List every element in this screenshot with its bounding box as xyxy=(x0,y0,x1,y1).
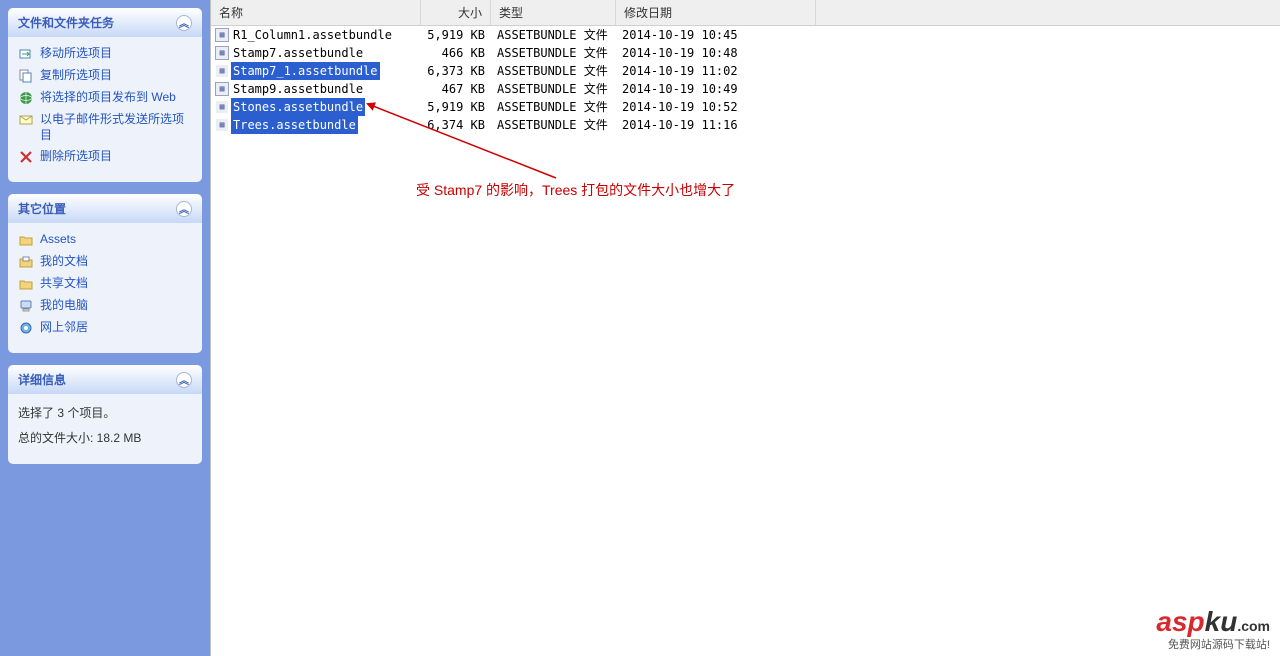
place-network[interactable]: 网上邻居 xyxy=(18,317,192,339)
file-row[interactable]: ▦Stamp9.assetbundle 467 KBASSETBUNDLE 文件2… xyxy=(211,80,1280,98)
place-label: Assets xyxy=(40,232,76,248)
tasks-title: 文件和文件夹任务 xyxy=(18,14,114,31)
places-body: Assets 我的文档 共享文档 我的电脑 网上邻居 xyxy=(8,223,202,345)
task-publish[interactable]: 将选择的项目发布到 Web xyxy=(18,87,192,109)
delete-icon xyxy=(18,149,34,165)
col-size-header[interactable]: 大小 xyxy=(421,0,491,25)
col-type-header[interactable]: 类型 xyxy=(491,0,616,25)
network-icon xyxy=(18,320,34,336)
file-name: Trees.assetbundle xyxy=(231,116,358,134)
file-type: ASSETBUNDLE 文件 xyxy=(491,44,616,62)
file-name: Stones.assetbundle xyxy=(231,98,365,116)
file-row[interactable]: ▦Stamp7_1.assetbundle 6,373 KBASSETBUNDLE… xyxy=(211,62,1280,80)
sidebar: 文件和文件夹任务 ︽ 移动所选项目 复制所选项目 将选择的项目发布到 Web 以… xyxy=(0,0,210,656)
task-label: 以电子邮件形式发送所选项目 xyxy=(40,112,192,143)
file-type: ASSETBUNDLE 文件 xyxy=(491,116,616,134)
watermark-tld: .com xyxy=(1237,618,1270,634)
chevron-up-icon[interactable]: ︽ xyxy=(176,201,192,217)
place-assets[interactable]: Assets xyxy=(18,229,192,251)
col-name-header[interactable]: 名称 xyxy=(211,0,421,25)
details-total-size: 总的文件大小: 18.2 MB xyxy=(18,425,192,450)
file-row[interactable]: ▦Trees.assetbundle 6,374 KBASSETBUNDLE 文件… xyxy=(211,116,1280,134)
details-panel: 详细信息 ︽ 选择了 3 个项目。 总的文件大小: 18.2 MB xyxy=(8,365,202,464)
file-type: ASSETBUNDLE 文件 xyxy=(491,98,616,116)
computer-icon xyxy=(18,298,34,314)
file-size: 6,373 KB xyxy=(421,62,491,80)
details-header[interactable]: 详细信息 ︽ xyxy=(8,365,202,394)
file-size: 5,919 KB xyxy=(421,26,491,44)
assetbundle-file-icon: ▦ xyxy=(215,100,229,114)
publish-icon xyxy=(18,90,34,106)
file-date: 2014-10-19 11:16 xyxy=(616,116,816,134)
place-label: 我的电脑 xyxy=(40,298,88,314)
file-name: R1_Column1.assetbundle xyxy=(231,26,394,44)
task-label: 移动所选项目 xyxy=(40,46,112,62)
watermark-asp: asp xyxy=(1156,606,1204,637)
file-date: 2014-10-19 11:02 xyxy=(616,62,816,80)
folder-icon xyxy=(18,232,34,248)
shared-icon xyxy=(18,276,34,292)
file-row[interactable]: ▦Stones.assetbundle 5,919 KBASSETBUNDLE 文… xyxy=(211,98,1280,116)
place-label: 我的文档 xyxy=(40,254,88,270)
watermark-ku: ku xyxy=(1205,606,1238,637)
tasks-body: 移动所选项目 复制所选项目 将选择的项目发布到 Web 以电子邮件形式发送所选项… xyxy=(8,37,202,174)
place-label: 共享文档 xyxy=(40,276,88,292)
task-copy[interactable]: 复制所选项目 xyxy=(18,65,192,87)
assetbundle-file-icon: ▦ xyxy=(215,64,229,78)
file-date: 2014-10-19 10:48 xyxy=(616,44,816,62)
assetbundle-file-icon: ▦ xyxy=(215,46,229,60)
place-mydocs[interactable]: 我的文档 xyxy=(18,251,192,273)
file-row[interactable]: ▦R1_Column1.assetbundle 5,919 KBASSETBUND… xyxy=(211,26,1280,44)
places-header[interactable]: 其它位置 ︽ xyxy=(8,194,202,223)
file-list: ▦R1_Column1.assetbundle5,919 KBASSETBUND… xyxy=(211,26,1280,134)
watermark-logo: aspku.com xyxy=(1156,608,1270,636)
places-title: 其它位置 xyxy=(18,200,66,217)
details-selection-count: 选择了 3 个项目。 xyxy=(18,400,192,425)
file-list-header: 名称 大小 类型 修改日期 xyxy=(211,0,1280,26)
email-icon xyxy=(18,112,34,128)
task-delete[interactable]: 删除所选项目 xyxy=(18,146,192,168)
annotation-text: 受 Stamp7 的影响，Trees 打包的文件大小也增大了 xyxy=(416,180,735,200)
file-date: 2014-10-19 10:52 xyxy=(616,98,816,116)
col-date-header[interactable]: 修改日期 xyxy=(616,0,816,25)
task-label: 复制所选项目 xyxy=(40,68,112,84)
file-date: 2014-10-19 10:45 xyxy=(616,26,816,44)
move-icon xyxy=(18,46,34,62)
task-email[interactable]: 以电子邮件形式发送所选项目 xyxy=(18,109,192,146)
place-shared[interactable]: 共享文档 xyxy=(18,273,192,295)
file-type: ASSETBUNDLE 文件 xyxy=(491,26,616,44)
details-body: 选择了 3 个项目。 总的文件大小: 18.2 MB xyxy=(8,394,202,456)
file-size: 5,919 KB xyxy=(421,98,491,116)
watermark-tagline: 免费网站源码下载站! xyxy=(1156,636,1270,652)
place-label: 网上邻居 xyxy=(40,320,88,336)
file-name: Stamp7.assetbundle xyxy=(231,44,365,62)
chevron-up-icon[interactable]: ︽ xyxy=(176,15,192,31)
file-size: 467 KB xyxy=(421,80,491,98)
file-pane: 名称 大小 类型 修改日期 ▦R1_Column1.assetbundle5,9… xyxy=(210,0,1280,656)
file-date: 2014-10-19 10:49 xyxy=(616,80,816,98)
file-size: 466 KB xyxy=(421,44,491,62)
tasks-header[interactable]: 文件和文件夹任务 ︽ xyxy=(8,8,202,37)
place-computer[interactable]: 我的电脑 xyxy=(18,295,192,317)
details-title: 详细信息 xyxy=(18,371,66,388)
task-label: 删除所选项目 xyxy=(40,149,112,165)
file-type: ASSETBUNDLE 文件 xyxy=(491,80,616,98)
copy-icon xyxy=(18,68,34,84)
file-name: Stamp9.assetbundle xyxy=(231,80,365,98)
file-type: ASSETBUNDLE 文件 xyxy=(491,62,616,80)
mydocs-icon xyxy=(18,254,34,270)
assetbundle-file-icon: ▦ xyxy=(215,118,229,132)
file-row[interactable]: ▦Stamp7.assetbundle 466 KBASSETBUNDLE 文件2… xyxy=(211,44,1280,62)
watermark: aspku.com 免费网站源码下载站! xyxy=(1156,608,1270,652)
places-panel: 其它位置 ︽ Assets 我的文档 共享文档 我的电脑 网上邻居 xyxy=(8,194,202,353)
file-name: Stamp7_1.assetbundle xyxy=(231,62,380,80)
assetbundle-file-icon: ▦ xyxy=(215,82,229,96)
task-label: 将选择的项目发布到 Web xyxy=(40,90,176,106)
chevron-up-icon[interactable]: ︽ xyxy=(176,372,192,388)
tasks-panel: 文件和文件夹任务 ︽ 移动所选项目 复制所选项目 将选择的项目发布到 Web 以… xyxy=(8,8,202,182)
file-size: 6,374 KB xyxy=(421,116,491,134)
task-move[interactable]: 移动所选项目 xyxy=(18,43,192,65)
assetbundle-file-icon: ▦ xyxy=(215,28,229,42)
